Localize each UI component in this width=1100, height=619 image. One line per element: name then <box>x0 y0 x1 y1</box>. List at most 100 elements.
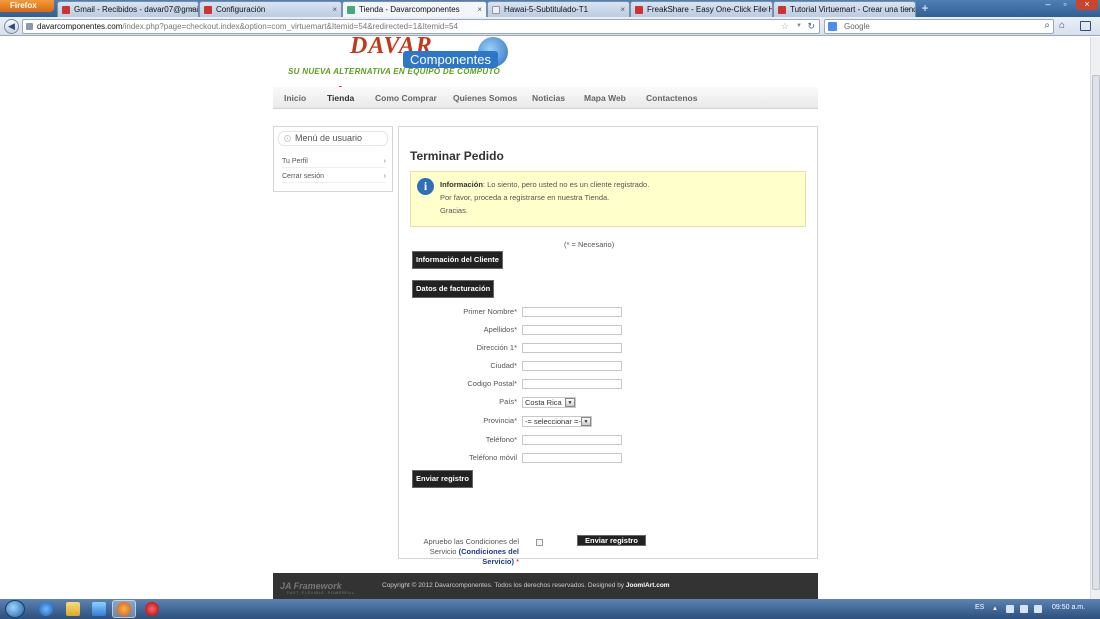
page-scrollbar[interactable] <box>1090 37 1100 599</box>
nav-item-como-comprar[interactable]: Como Comprar <box>375 87 437 109</box>
terms-label: Apruebo las Condiciones del Servicio (Co… <box>410 537 519 567</box>
nav-item-tienda[interactable]: Tienda <box>327 87 354 109</box>
dropdown-arrow-icon[interactable]: ▼ <box>565 398 575 407</box>
url-bar[interactable]: davarcomponentes.com/index.php?page=chec… <box>22 19 820 34</box>
terms-checkbox[interactable] <box>536 539 543 546</box>
tab-title: Tienda - Davarcomponentes <box>359 5 460 14</box>
billing-header: Datos de facturación <box>412 280 495 298</box>
tab-tutorial-virtuemart[interactable]: Tutorial Virtuemart - Crear una tienda..… <box>773 1 916 17</box>
tab-title: Configuración <box>216 5 266 14</box>
province-select[interactable]: -= seleccionar =- ▼ <box>522 416 592 427</box>
tab-tienda[interactable]: Tienda - Davarcomponentes × <box>342 1 487 17</box>
site-logo[interactable]: DAVAR Componentes SU NUEVA ALTERNATIVA E… <box>286 37 518 81</box>
opera-icon[interactable] <box>145 602 159 616</box>
submit-registration-button-bottom[interactable]: Enviar registro <box>577 535 646 546</box>
history-dropdown-icon[interactable]: ▼ <box>796 23 802 29</box>
close-tab-icon[interactable]: × <box>763 2 768 17</box>
browser-tab-bar: Firefox Gmail - Recibidos - davar07@gmai… <box>0 0 1100 17</box>
close-tab-icon[interactable]: × <box>332 2 337 17</box>
nav-item-contactenos[interactable]: Contactenos <box>646 87 697 109</box>
close-tab-icon[interactable]: × <box>477 2 482 17</box>
close-tab-icon[interactable]: × <box>189 2 194 17</box>
postal-code-label: Codigo Postal* <box>467 379 517 388</box>
addons-icon[interactable] <box>1080 21 1091 31</box>
new-tab-button[interactable]: + <box>919 2 931 14</box>
province-label: Provincia* <box>483 416 517 425</box>
postal-code-field[interactable] <box>522 379 622 389</box>
close-window-icon[interactable]: × <box>1076 0 1098 10</box>
user-menu-item-cerrar-sesion[interactable]: Cerrar sesión › <box>282 171 386 183</box>
internet-explorer-icon[interactable] <box>39 602 53 616</box>
tab-gmail[interactable]: Gmail - Recibidos - davar07@gmail.c... × <box>57 1 199 17</box>
action-center-icon[interactable] <box>1020 605 1028 613</box>
back-arrow-icon[interactable]: ◀ <box>4 19 19 34</box>
checkout-content: Terminar Pedido i Información: Lo siento… <box>398 126 818 566</box>
tab-hawai[interactable]: Hawai-5-Subtitulado-T1 × <box>487 1 630 17</box>
tab-configuracion[interactable]: Configuración × <box>199 1 342 17</box>
nav-item-quienes-somos[interactable]: Quienes Somos <box>453 87 517 109</box>
info-message-box: i Información: Lo siento, pero usted no … <box>410 171 806 227</box>
submit-registration-button[interactable]: Enviar registro <box>412 470 473 488</box>
close-tab-icon[interactable]: × <box>620 2 625 17</box>
mobile-phone-label: Teléfono móvil <box>469 453 517 462</box>
maximize-window-icon[interactable]: ▫ <box>1057 0 1073 10</box>
nav-item-noticias[interactable]: Noticias <box>532 87 565 109</box>
google-search-engine-icon[interactable] <box>828 22 837 31</box>
designer-link[interactable]: JoomlArt.com <box>626 582 670 589</box>
nav-item-inicio[interactable]: Inicio <box>284 87 306 109</box>
firefox-menu-button[interactable]: Firefox <box>0 0 54 12</box>
show-hidden-icons-icon[interactable]: ▲ <box>992 605 1000 613</box>
tab-freakshare[interactable]: FreakShare - Easy One-Click File Host...… <box>630 1 773 17</box>
reload-icon[interactable]: ↻ <box>807 21 815 32</box>
logo-slogan: SU NUEVA ALTERNATIVA EN EQUIPO DE COMPUT… <box>288 67 501 76</box>
dropdown-arrow-icon[interactable]: ▼ <box>581 417 591 426</box>
media-player-icon[interactable] <box>92 602 106 616</box>
bookmark-star-icon[interactable]: ☆ <box>781 21 789 32</box>
user-menu-item-label: Cerrar sesión <box>282 173 325 180</box>
minimize-window-icon[interactable]: – <box>1040 0 1056 10</box>
network-icon[interactable] <box>1006 605 1014 613</box>
firefox-icon[interactable] <box>117 602 131 616</box>
info-line-2: Por favor, proceda a registrarse en nues… <box>440 193 610 202</box>
footer-logo-tagline: FAST. FLEXIBLE. POWERFUL. <box>287 590 356 595</box>
url-domain: davarcomponentes.com <box>37 22 123 31</box>
mobile-phone-field[interactable] <box>522 453 622 463</box>
folder-icon[interactable] <box>66 602 80 616</box>
last-name-field[interactable] <box>522 325 622 335</box>
phone-label: Teléfono* <box>485 435 517 444</box>
language-indicator[interactable]: ES <box>975 604 984 611</box>
logo-subtitle: Componentes <box>403 51 498 68</box>
browser-nav-bar: ◀ davarcomponentes.com/index.php?page=ch… <box>0 17 1100 36</box>
url-text: davarcomponentes.com/index.php?page=chec… <box>37 21 458 33</box>
info-label: Información <box>440 180 483 189</box>
phone-field[interactable] <box>522 435 622 445</box>
volume-icon[interactable] <box>1034 605 1042 613</box>
url-path: /index.php?page=checkout.index&option=co… <box>122 22 458 31</box>
windows-start-icon[interactable] <box>5 600 25 618</box>
windows-taskbar: ES ▲ 09:50 a.m. <box>0 599 1100 619</box>
footer-copyright: Copyright © 2012 Davarcomponentes. Todos… <box>382 582 670 589</box>
clock[interactable]: 09:50 a.m. <box>1052 604 1085 611</box>
user-menu-item-label: Tu Perfil <box>282 158 308 165</box>
first-name-field[interactable] <box>522 307 622 317</box>
country-select[interactable]: Costa Rica ▼ <box>522 397 576 408</box>
info-icon: i <box>417 178 434 195</box>
nav-item-mapa-web[interactable]: Mapa Web <box>584 87 626 109</box>
tab-title: Tutorial Virtuemart - Crear una tienda..… <box>790 5 916 14</box>
search-bar[interactable]: Google ⌕ <box>824 19 1054 34</box>
close-tab-icon[interactable]: × <box>906 2 911 17</box>
city-field[interactable] <box>522 361 622 371</box>
terms-link[interactable]: (Condiciones del Servicio) <box>459 547 519 566</box>
user-menu-module: › Menú de usuario Tu Perfil › Cerrar ses… <box>273 126 393 192</box>
scrollbar-thumb[interactable] <box>1092 75 1100 590</box>
user-menu-item-perfil[interactable]: Tu Perfil › <box>282 156 386 168</box>
joomla-favicon-icon <box>204 6 212 14</box>
first-name-label: Primer Nombre* <box>463 307 517 316</box>
home-icon[interactable]: ⌂ <box>1059 20 1071 32</box>
site-identity-icon[interactable] <box>26 23 33 30</box>
address-field[interactable] <box>522 343 622 353</box>
user-menu-title-text: Menú de usuario <box>295 133 363 143</box>
page-favicon-icon <box>492 6 500 14</box>
search-icon[interactable]: ⌕ <box>1044 20 1050 31</box>
province-select-value: -= seleccionar =- <box>525 417 581 426</box>
